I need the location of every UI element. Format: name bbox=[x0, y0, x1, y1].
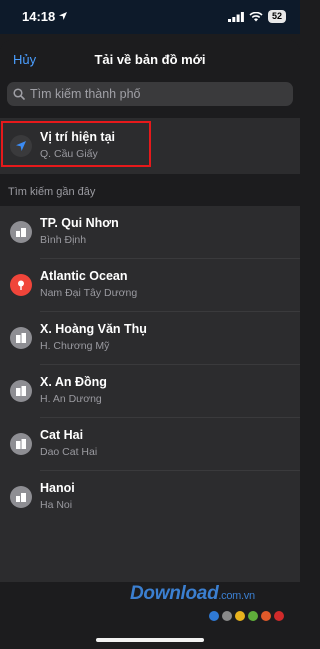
watermark-dot bbox=[209, 611, 219, 621]
battery-indicator: 52 bbox=[267, 10, 286, 23]
list-item-subtitle: H. Chương Mỹ bbox=[40, 340, 110, 352]
location-arrow-icon bbox=[59, 12, 67, 20]
list-item[interactable]: TP. Qui Nhơn Bình Định bbox=[0, 206, 300, 259]
list-item-subtitle: Dao Cat Hai bbox=[40, 446, 98, 458]
pin-icon bbox=[10, 274, 32, 296]
city-icon bbox=[10, 221, 32, 243]
sheet-title: Tải về bản đồ mới bbox=[94, 52, 206, 67]
list-item-title: TP. Qui Nhơn bbox=[40, 216, 119, 230]
status-bar: 14:18 52 bbox=[0, 0, 300, 34]
sheet-header: Hủy Tải về bản đồ mới bbox=[0, 40, 300, 78]
watermark-dot bbox=[274, 611, 284, 621]
watermark-dot bbox=[248, 611, 258, 621]
list-item-subtitle: Bình Định bbox=[40, 234, 87, 246]
city-icon bbox=[10, 486, 32, 508]
watermark-name: Download bbox=[130, 583, 219, 604]
download-map-sheet: Hủy Tải về bản đồ mới Tìm kiếm thành phố… bbox=[0, 40, 300, 649]
list-item-title: Hanoi bbox=[40, 481, 75, 495]
watermark-tld: .com.vn bbox=[218, 590, 255, 602]
phone-screen: 14:18 52 Hủy Tải về bản đồ mới Tìm kiếm … bbox=[0, 0, 300, 649]
wifi-icon bbox=[249, 11, 263, 21]
list-item-title: X. Hoàng Văn Thụ bbox=[40, 322, 147, 336]
cellular-signal-icon bbox=[227, 11, 244, 22]
home-indicator[interactable] bbox=[96, 638, 204, 642]
search-icon bbox=[13, 88, 25, 100]
watermark-dot bbox=[235, 611, 245, 621]
watermark-dot bbox=[222, 611, 232, 621]
list-item[interactable]: Cat Hai Dao Cat Hai bbox=[0, 418, 300, 471]
list-item-subtitle: H. An Dương bbox=[40, 393, 102, 405]
watermark: Download.com.vn bbox=[130, 583, 255, 605]
building-icon bbox=[10, 327, 32, 349]
search-field[interactable]: Tìm kiếm thành phố bbox=[7, 82, 293, 106]
watermark-dots bbox=[209, 611, 284, 621]
list-item-title: X. An Đồng bbox=[40, 375, 107, 389]
list-item[interactable]: X. Hoàng Văn Thụ H. Chương Mỹ bbox=[0, 312, 300, 365]
list-item[interactable]: X. An Đồng H. An Dương bbox=[0, 365, 300, 418]
recent-searches-label: Tìm kiếm gần đây bbox=[8, 186, 96, 198]
building-icon bbox=[10, 433, 32, 455]
status-indicators: 52 bbox=[227, 10, 286, 23]
highlight-box bbox=[1, 121, 151, 167]
list-item-title: Atlantic Ocean bbox=[40, 269, 128, 283]
list-item-subtitle: Ha Noi bbox=[40, 499, 73, 511]
list-item-title: Cat Hai bbox=[40, 428, 84, 442]
watermark-dot bbox=[261, 611, 271, 621]
list-item[interactable]: Hanoi Ha Noi bbox=[0, 471, 300, 524]
status-time: 14:18 bbox=[22, 9, 56, 24]
building-icon bbox=[10, 380, 32, 402]
search-input[interactable]: Tìm kiếm thành phố bbox=[30, 87, 140, 101]
list-item-subtitle: Nam Đại Tây Dương bbox=[40, 287, 138, 299]
list-item[interactable]: Atlantic Ocean Nam Đại Tây Dương bbox=[0, 259, 300, 312]
recent-searches-list: TP. Qui Nhơn Bình Định Atlantic Ocean Na… bbox=[0, 206, 300, 582]
